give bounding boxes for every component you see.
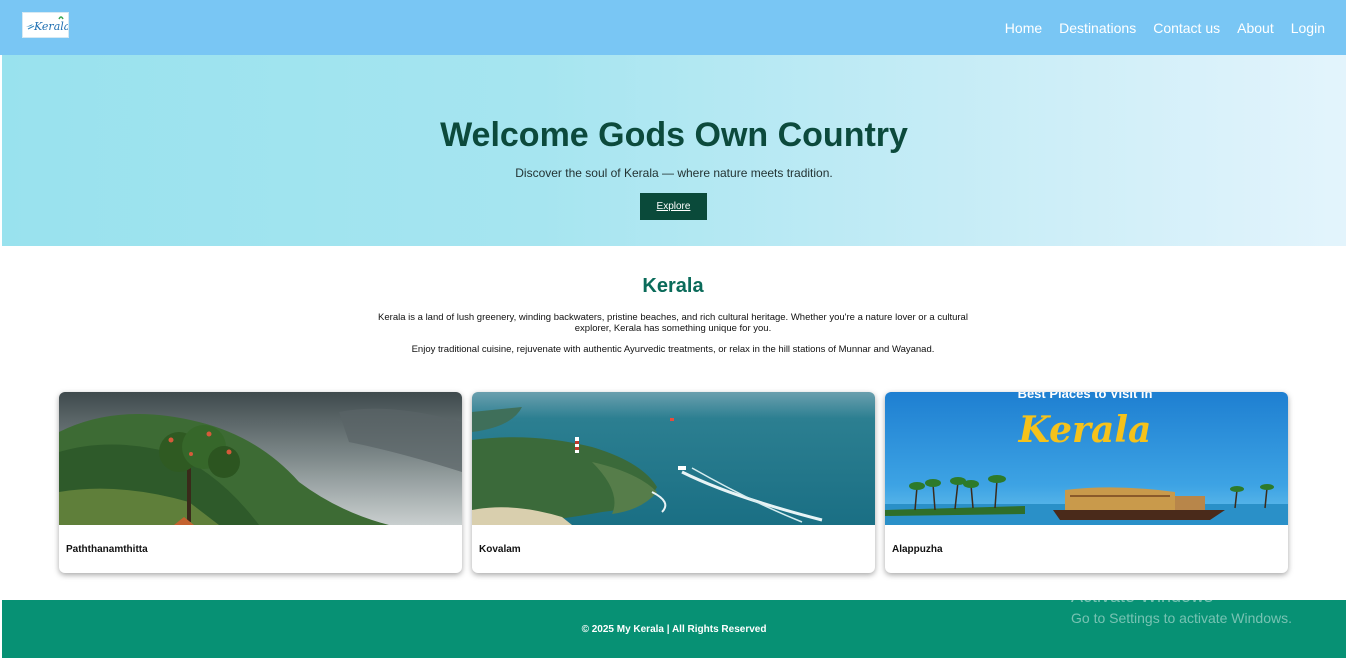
nav-about-link[interactable]: About bbox=[1237, 20, 1274, 36]
logo-mark-icon: Kerala bbox=[26, 16, 68, 33]
kovalam-image bbox=[472, 392, 875, 525]
alappuzha-image: Best Places to Visit in Kerala bbox=[885, 392, 1288, 525]
destination-card-paththanamthitta[interactable]: Paththanamthitta bbox=[59, 392, 462, 573]
hero-title: Welcome Gods Own Country bbox=[440, 116, 908, 154]
card-label: Alappuzha bbox=[892, 544, 943, 555]
hero-section: Welcome Gods Own Country Discover the so… bbox=[2, 55, 1346, 246]
activate-windows-title: Activate Windows bbox=[1071, 586, 1214, 606]
kerala-logo[interactable]: Kerala bbox=[22, 12, 69, 38]
about-paragraph-1: Kerala is a land of lush greenery, windi… bbox=[378, 312, 968, 334]
about-title: Kerala bbox=[642, 275, 704, 297]
destination-card-kovalam[interactable]: Kovalam bbox=[472, 392, 875, 573]
card-label: Kovalam bbox=[479, 544, 521, 555]
logo-text: Kerala bbox=[33, 20, 68, 33]
paththanamthitta-image bbox=[59, 392, 462, 525]
footer: © 2025 My Kerala | All Rights Reserved bbox=[2, 600, 1346, 658]
nav-contact-link[interactable]: Contact us bbox=[1153, 20, 1220, 36]
top-navbar: Kerala Home Destinations Contact us Abou… bbox=[0, 0, 1346, 55]
about-paragraph-2: Enjoy traditional cuisine, rejuvenate wi… bbox=[411, 344, 935, 355]
destination-card-alappuzha[interactable]: Best Places to Visit in Kerala Alappuzha bbox=[885, 392, 1288, 573]
nav-menu: Home Destinations Contact us About Login bbox=[1005, 0, 1325, 55]
explore-button[interactable]: Explore bbox=[640, 193, 707, 220]
nav-home-link[interactable]: Home bbox=[1005, 20, 1042, 36]
banner-script-text: Kerala bbox=[1018, 409, 1152, 451]
hero-subtitle: Discover the soul of Kerala — where natu… bbox=[515, 166, 833, 180]
activate-windows-subtitle: Go to Settings to activate Windows. bbox=[1071, 610, 1292, 626]
card-label: Paththanamthitta bbox=[66, 544, 148, 555]
nav-login-link[interactable]: Login bbox=[1291, 20, 1325, 36]
nav-destinations-link[interactable]: Destinations bbox=[1059, 20, 1136, 36]
banner-text: Best Places to Visit in bbox=[1018, 392, 1153, 401]
